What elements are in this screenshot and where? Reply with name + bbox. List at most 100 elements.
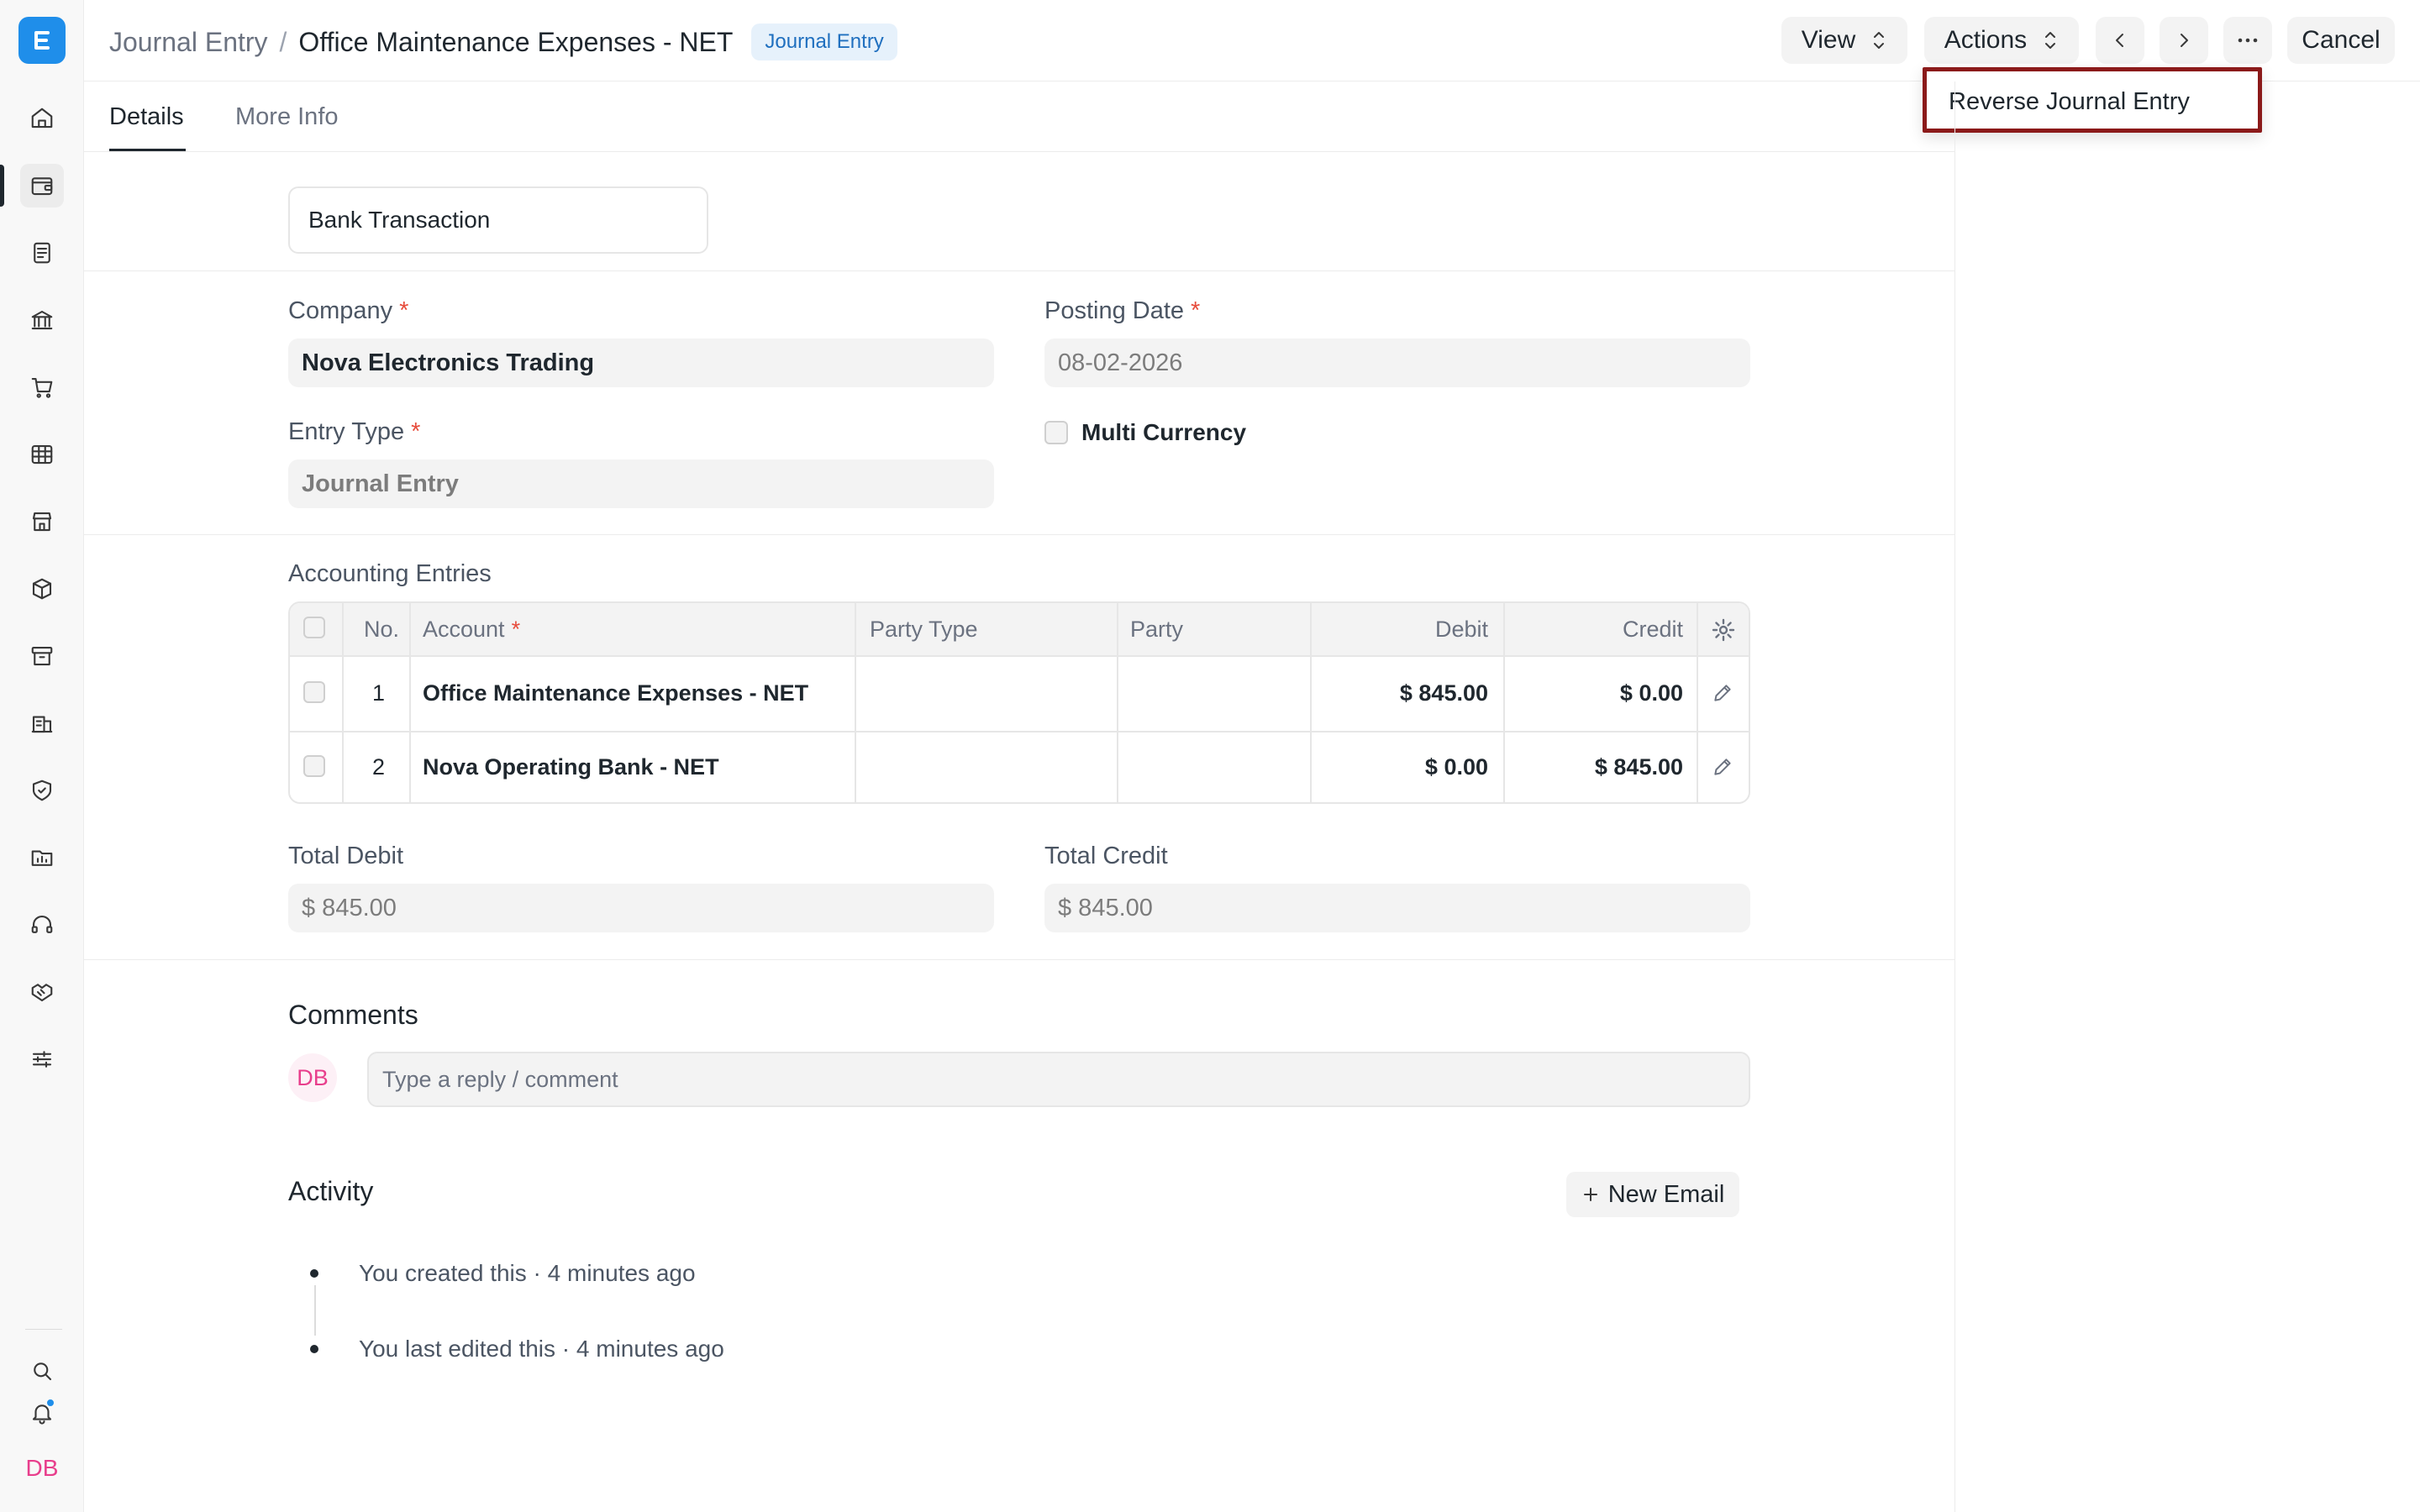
notification-dot	[45, 1398, 55, 1408]
sidebar-item-projects[interactable]	[20, 836, 64, 879]
column-header-no: No.	[364, 617, 400, 642]
folder-icon	[31, 850, 53, 866]
breadcrumb-separator: /	[279, 26, 287, 57]
tab-details[interactable]: Details	[109, 103, 184, 131]
section-divider	[84, 959, 1954, 960]
sidebar-active-indicator	[0, 165, 4, 207]
chevron-right-icon	[2181, 34, 2188, 47]
reverse-journal-entry-item[interactable]: Reverse Journal Entry	[1949, 88, 2190, 116]
archive-icon	[31, 646, 53, 666]
required-mark: *	[399, 297, 409, 324]
shield-icon	[32, 780, 52, 801]
timeline-line	[314, 1285, 316, 1336]
actions-dropdown-menu: Reverse Journal Entry	[1923, 67, 2262, 133]
timeline-bullet	[310, 1269, 318, 1278]
column-header-account-text: Account	[423, 617, 505, 642]
box-icon	[32, 578, 52, 600]
sidebar-item-stock[interactable]	[20, 567, 64, 611]
sidebar-item-accounting[interactable]	[20, 164, 64, 207]
sidebar-item-bank[interactable]	[20, 298, 64, 342]
sidebar-item-support[interactable]	[20, 903, 64, 947]
app-logo-icon	[34, 31, 50, 50]
row-credit[interactable]: $ 845.00	[1595, 754, 1683, 780]
posting-date-field[interactable]: 08-02-2026	[1044, 339, 1750, 387]
next-record-button[interactable]	[2160, 17, 2208, 64]
comment-input[interactable]: Type a reply / comment	[367, 1052, 1750, 1107]
search-icon	[34, 1362, 52, 1381]
required-mark: *	[411, 418, 421, 445]
column-divider	[1310, 603, 1312, 802]
sidebar-item-archive[interactable]	[20, 634, 64, 678]
multi-currency-label: Multi Currency	[1081, 419, 1247, 445]
table-row[interactable]: 1 Office Maintenance Expenses - NET $ 84…	[290, 657, 1749, 731]
column-header-account: Account *	[423, 617, 520, 643]
column-divider	[1117, 603, 1118, 802]
sidebar-user-avatar[interactable]: DB	[20, 1446, 64, 1490]
handshake-icon	[31, 984, 53, 1002]
sidebar-item-home[interactable]	[20, 97, 64, 140]
activity-title: Activity	[288, 1176, 374, 1206]
required-mark: *	[1191, 297, 1201, 324]
total-credit-label: Total Credit	[1044, 843, 1168, 869]
sidebar-item-buying[interactable]	[20, 365, 64, 409]
previous-record-button[interactable]	[2096, 17, 2144, 64]
select-all-checkbox[interactable]	[303, 617, 325, 638]
store-icon	[32, 512, 52, 532]
sidebar-item-store[interactable]	[20, 500, 64, 543]
sliders-icon	[32, 1051, 52, 1068]
sidebar-item-table[interactable]	[20, 433, 64, 476]
row-checkbox[interactable]	[303, 755, 325, 777]
column-header-party-type: Party Type	[870, 617, 978, 642]
column-divider	[855, 603, 856, 802]
column-divider	[342, 603, 344, 802]
plus-icon	[1583, 1188, 1597, 1201]
voucher-type-field[interactable]: Bank Transaction	[288, 186, 708, 254]
row-checkbox[interactable]	[303, 681, 325, 703]
multi-currency-checkbox[interactable]	[1044, 421, 1068, 444]
timeline-bullet	[310, 1345, 318, 1353]
cancel-button[interactable]: Cancel	[2287, 17, 2395, 64]
more-menu-button[interactable]	[2223, 17, 2272, 64]
comment-avatar: DB	[288, 1053, 337, 1102]
table-header: No. Account * Party Type Party Debit Cred…	[290, 603, 1749, 657]
app-logo[interactable]	[18, 17, 66, 64]
section-divider	[84, 534, 1954, 535]
view-button[interactable]: View	[1781, 17, 1907, 64]
headset-icon	[31, 915, 53, 933]
ellipsis-icon	[2238, 38, 2258, 43]
sidebar-item-crm[interactable]	[20, 970, 64, 1014]
column-settings-gear-icon[interactable]	[1710, 617, 1737, 643]
column-header-party: Party	[1130, 617, 1184, 642]
row-account[interactable]: Nova Operating Bank - NET	[423, 754, 719, 780]
activity-item: You created this · 4 minutes ago	[359, 1260, 696, 1286]
wallet-icon	[31, 177, 53, 196]
new-email-label: New Email	[1607, 1180, 1725, 1208]
actions-button[interactable]: Actions	[1924, 17, 2079, 64]
sidebar-search[interactable]	[20, 1349, 64, 1393]
breadcrumb-parent-link[interactable]: Journal Entry	[109, 27, 268, 58]
row-debit[interactable]: $ 845.00	[1400, 680, 1488, 706]
company-field[interactable]: Nova Electronics Trading	[288, 339, 994, 387]
table-row[interactable]: 2 Nova Operating Bank - NET $ 0.00 $ 845…	[290, 732, 1749, 802]
row-debit[interactable]: $ 0.00	[1425, 754, 1488, 780]
sidebar-notifications[interactable]	[20, 1391, 64, 1435]
sidebar-item-building[interactable]	[20, 701, 64, 745]
tab-more-info[interactable]: More Info	[235, 103, 339, 131]
sidebar-item-settings[interactable]	[20, 1037, 64, 1081]
entry-type-field[interactable]: Journal Entry	[288, 459, 994, 508]
page-title: Office Maintenance Expenses - NET	[298, 26, 734, 57]
sidebar-item-documents[interactable]	[20, 231, 64, 275]
entry-type-label: Entry Type *	[288, 418, 420, 446]
column-header-debit: Debit	[1434, 617, 1488, 642]
edit-pencil-icon[interactable]	[1712, 756, 1733, 778]
sidebar-item-quality[interactable]	[20, 769, 64, 812]
accounting-entries-title: Accounting Entries	[288, 560, 492, 587]
column-divider	[409, 603, 411, 802]
edit-pencil-icon[interactable]	[1712, 682, 1733, 704]
bank-icon	[31, 310, 53, 330]
new-email-button[interactable]: New Email	[1566, 1172, 1739, 1217]
form-tabs: Details More Info	[84, 81, 1954, 152]
row-credit[interactable]: $ 0.00	[1620, 680, 1683, 706]
row-account[interactable]: Office Maintenance Expenses - NET	[423, 680, 808, 706]
document-icon	[34, 242, 50, 264]
